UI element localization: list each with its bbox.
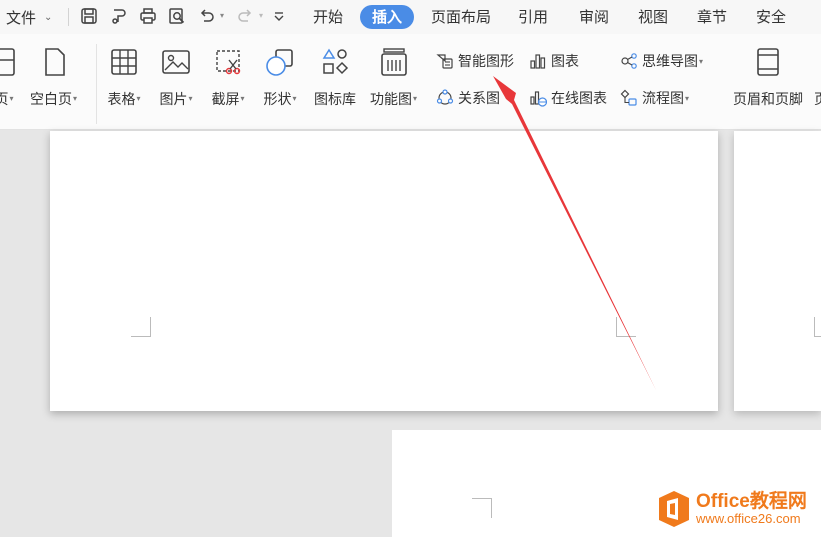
menu-bar: 文件 ⌄ ▾ ▾ 开始 插入 页面布局 引用 审阅 视图 章节 安全 <box>0 0 821 34</box>
icon-library-icon <box>317 44 353 80</box>
flowchart-icon <box>620 89 637 106</box>
customize-icon[interactable] <box>268 5 290 27</box>
smart-art-icon <box>436 54 453 69</box>
shape-button[interactable]: 形状▾ <box>262 44 298 124</box>
online-chart-label: 在线图表 <box>551 91 607 107</box>
format-painter-icon[interactable] <box>108 5 130 27</box>
tab-insert[interactable]: 插入 <box>360 5 415 29</box>
mind-map-button[interactable]: 思维导图 ▾ <box>620 50 703 72</box>
smart-art-button[interactable]: 智能图形 <box>436 50 514 72</box>
table-label: 表格 <box>107 92 136 108</box>
print-preview-icon[interactable] <box>166 5 188 27</box>
chart-label: 图表 <box>551 54 579 70</box>
blank-page-button[interactable]: 空白页▾ <box>30 44 77 124</box>
relation-chart-button[interactable]: 关系图 <box>436 87 500 109</box>
relation-chart-label: 关系图 <box>458 91 500 107</box>
picture-label: 图片 <box>159 92 188 108</box>
document-page[interactable] <box>50 131 718 411</box>
watermark: Office教程网 www.office26.com <box>656 487 821 531</box>
function-chart-label: 功能图 <box>370 92 412 108</box>
chevron-down-icon: ▾ <box>699 56 704 66</box>
scissors-icon <box>210 44 246 80</box>
ribbon-toolbar: 页▾ 空白页▾ 表格▾ 图片▾ 截屏▾ 形状▾ 图标库 功能图▾ 智能图形 关系… <box>0 34 821 130</box>
header-footer-icon <box>750 44 786 80</box>
tab-review[interactable]: 审阅 <box>578 5 610 29</box>
smart-art-label: 智能图形 <box>458 54 514 70</box>
picture-icon <box>158 44 194 80</box>
online-chart-button[interactable]: 在线图表 <box>529 87 607 109</box>
divider <box>68 8 69 26</box>
save-icon[interactable] <box>78 5 100 27</box>
table-icon <box>106 44 142 80</box>
chevron-down-icon[interactable]: ▾ <box>259 11 263 20</box>
table-button[interactable]: 表格▾ <box>106 44 142 124</box>
file-menu-label: 文件 <box>6 8 37 27</box>
file-menu[interactable]: 文件 ⌄ <box>6 6 52 28</box>
mind-map-label: 思维导图 <box>642 54 698 70</box>
flowchart-label: 流程图 <box>642 91 684 107</box>
function-chart-button[interactable]: 功能图▾ <box>370 44 417 124</box>
chevron-down-icon[interactable]: ▾ <box>220 11 224 20</box>
tab-chapter[interactable]: 章节 <box>696 5 728 29</box>
redo-icon[interactable] <box>234 5 256 27</box>
shapes-icon <box>262 44 298 80</box>
watermark-url: www.office26.com <box>696 511 801 526</box>
relation-chart-icon <box>436 89 454 105</box>
tab-view[interactable]: 视图 <box>637 5 669 29</box>
flowchart-button[interactable]: 流程图 ▾ <box>620 87 689 109</box>
screenshot-label: 截屏 <box>211 92 240 108</box>
clipped-button: 页 <box>814 89 821 105</box>
blank-page-icon <box>36 44 72 80</box>
margin-corner-mark <box>814 317 821 337</box>
mind-map-icon <box>621 53 637 69</box>
document-page-right[interactable] <box>734 131 821 411</box>
header-footer-button[interactable]: 页眉和页脚 <box>733 44 803 124</box>
online-chart-icon <box>530 91 547 107</box>
cover-page-label: 页 <box>0 92 9 108</box>
chart-button[interactable]: 图表 <box>529 50 579 72</box>
icon-library-label: 图标库 <box>314 92 356 108</box>
chevron-down-icon: ⌄ <box>44 11 53 23</box>
tab-security[interactable]: 安全 <box>755 5 787 29</box>
header-footer-label: 页眉和页脚 <box>733 92 803 108</box>
picture-button[interactable]: 图片▾ <box>158 44 194 124</box>
cover-page-button[interactable]: 页▾ <box>0 44 22 124</box>
margin-corner-mark <box>616 317 636 337</box>
chevron-down-icon: ▾ <box>685 93 690 103</box>
blank-page-label: 空白页 <box>30 92 72 108</box>
margin-corner-mark <box>131 317 151 337</box>
function-chart-icon <box>376 44 412 80</box>
bar-chart-icon <box>530 54 546 69</box>
office-logo-icon <box>659 491 689 527</box>
shape-label: 形状 <box>263 92 292 108</box>
divider <box>96 44 97 124</box>
screenshot-button[interactable]: 截屏▾ <box>210 44 246 124</box>
print-icon[interactable] <box>137 5 159 27</box>
margin-corner-mark <box>472 498 492 518</box>
undo-icon[interactable] <box>196 5 218 27</box>
icon-library-button[interactable]: 图标库 <box>314 44 356 124</box>
watermark-brand: Office教程网 <box>696 491 807 512</box>
tab-home[interactable]: 开始 <box>311 5 345 29</box>
tab-page-layout[interactable]: 页面布局 <box>430 5 492 29</box>
tab-references[interactable]: 引用 <box>517 5 549 29</box>
cover-page-icon <box>0 44 22 80</box>
